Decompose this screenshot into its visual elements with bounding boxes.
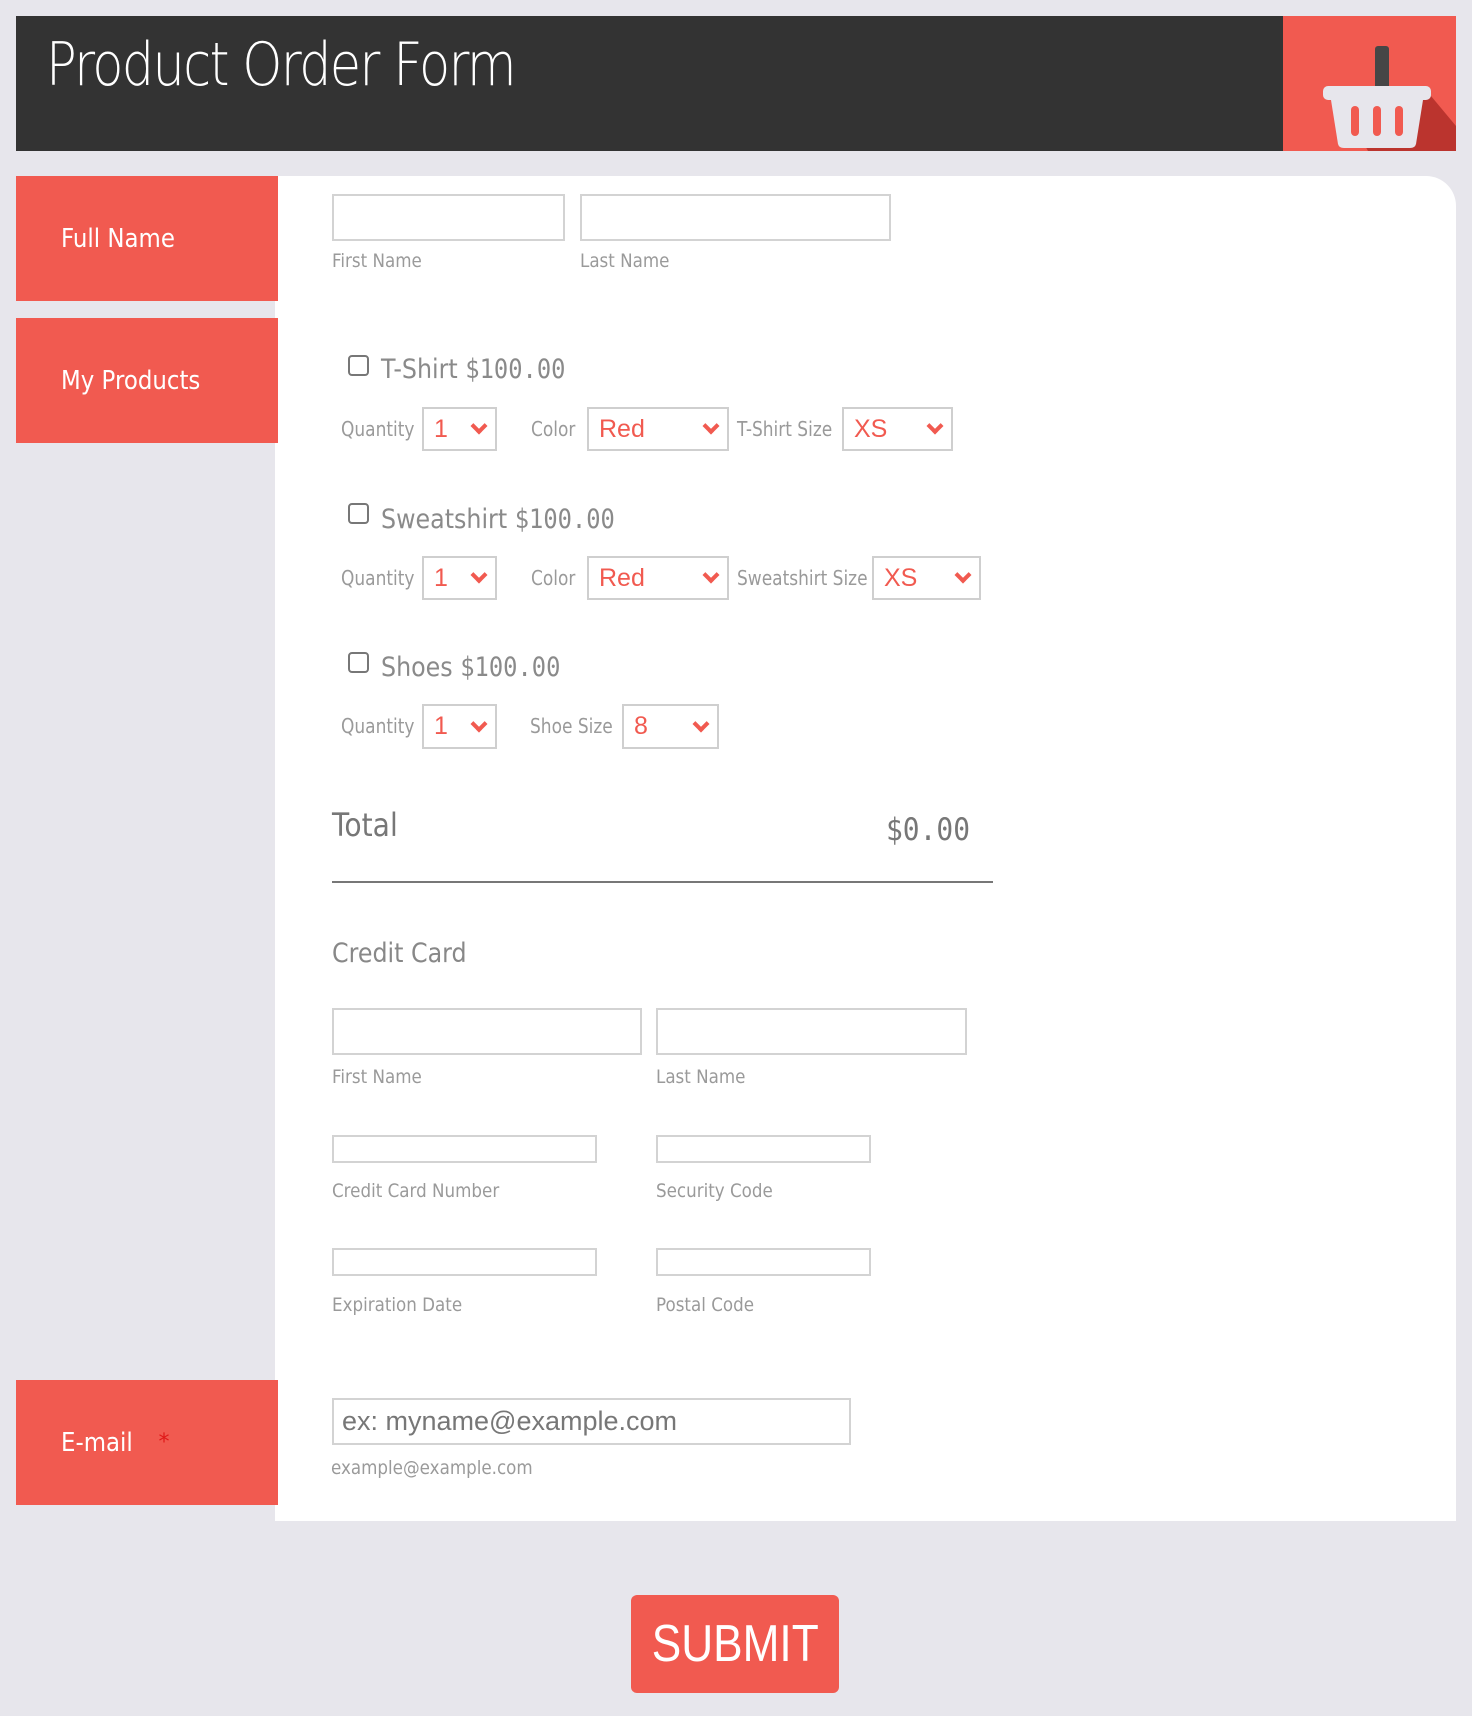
cc-last-name-input[interactable]	[656, 1008, 967, 1055]
chevron-down-icon	[692, 715, 710, 732]
chevron-down-icon	[702, 417, 720, 435]
shoe-size-label: Shoe Size	[530, 714, 613, 738]
expiration-date-input[interactable]	[332, 1248, 597, 1276]
tshirt-checkbox[interactable]	[348, 355, 369, 376]
tshirt-color-label: Color	[531, 417, 576, 441]
chevron-down-icon	[926, 417, 944, 435]
sweatshirt-size-label: Sweatshirt Size	[737, 566, 868, 590]
sweatshirt-quantity-select[interactable]: 1	[422, 556, 497, 600]
chevron-down-icon	[702, 566, 720, 584]
first-name-label: First Name	[332, 250, 422, 272]
tshirt-color-select[interactable]: Red	[587, 407, 729, 451]
postal-code-label: Postal Code	[656, 1294, 754, 1316]
sweatshirt-product-label: Sweatshirt $100.00	[381, 504, 615, 535]
chevron-down-icon	[470, 715, 488, 732]
tshirt-size-select[interactable]: XS	[842, 407, 953, 451]
credit-card-number-input[interactable]	[332, 1135, 597, 1163]
chevron-down-icon	[954, 566, 972, 584]
last-name-input[interactable]	[580, 194, 891, 241]
required-asterisk: *	[158, 1430, 170, 1455]
cc-first-name-input[interactable]	[332, 1008, 642, 1055]
page-title: Product Order Form	[46, 30, 517, 100]
postal-code-input[interactable]	[656, 1248, 871, 1276]
shoe-size-select[interactable]: 8	[622, 704, 719, 749]
tshirt-quantity-label: Quantity	[341, 417, 415, 441]
cc-first-name-label: First Name	[332, 1066, 422, 1088]
last-name-label: Last Name	[580, 250, 670, 272]
total-divider	[332, 881, 993, 883]
section-label-my-products: My Products	[16, 318, 278, 443]
section-label-email: E-mail *	[16, 1380, 278, 1505]
shoes-product-label: Shoes $100.00	[381, 652, 561, 683]
tshirt-quantity-select[interactable]: 1	[422, 407, 497, 451]
email-sublabel: example@example.com	[331, 1457, 533, 1479]
credit-card-number-label: Credit Card Number	[332, 1180, 500, 1202]
chevron-down-icon	[470, 566, 488, 584]
sweatshirt-checkbox[interactable]	[348, 503, 369, 524]
credit-card-title: Credit Card	[332, 938, 467, 969]
expiration-date-label: Expiration Date	[332, 1294, 463, 1316]
security-code-label: Security Code	[656, 1180, 773, 1202]
submit-button[interactable]: SUBMIT	[631, 1595, 839, 1693]
sweatshirt-color-label: Color	[531, 566, 576, 590]
sweatshirt-size-select[interactable]: XS	[872, 556, 981, 600]
shoes-checkbox[interactable]	[348, 652, 369, 673]
sweatshirt-color-select[interactable]: Red	[587, 556, 729, 600]
total-value: $0.00	[886, 812, 970, 848]
sweatshirt-quantity-label: Quantity	[341, 566, 415, 590]
first-name-input[interactable]	[332, 194, 565, 241]
shoes-quantity-label: Quantity	[341, 714, 415, 738]
shopping-basket-icon	[1283, 16, 1456, 151]
chevron-down-icon	[470, 417, 488, 435]
email-input[interactable]: ex: myname@example.com	[332, 1398, 851, 1445]
total-label: Total	[332, 806, 398, 844]
tshirt-size-label: T-Shirt Size	[737, 417, 833, 441]
cc-last-name-label: Last Name	[656, 1066, 746, 1088]
tshirt-product-label: T-Shirt $100.00	[381, 354, 566, 385]
security-code-input[interactable]	[656, 1135, 871, 1163]
section-label-full-name: Full Name	[16, 176, 278, 301]
shoes-quantity-select[interactable]: 1	[422, 704, 497, 749]
